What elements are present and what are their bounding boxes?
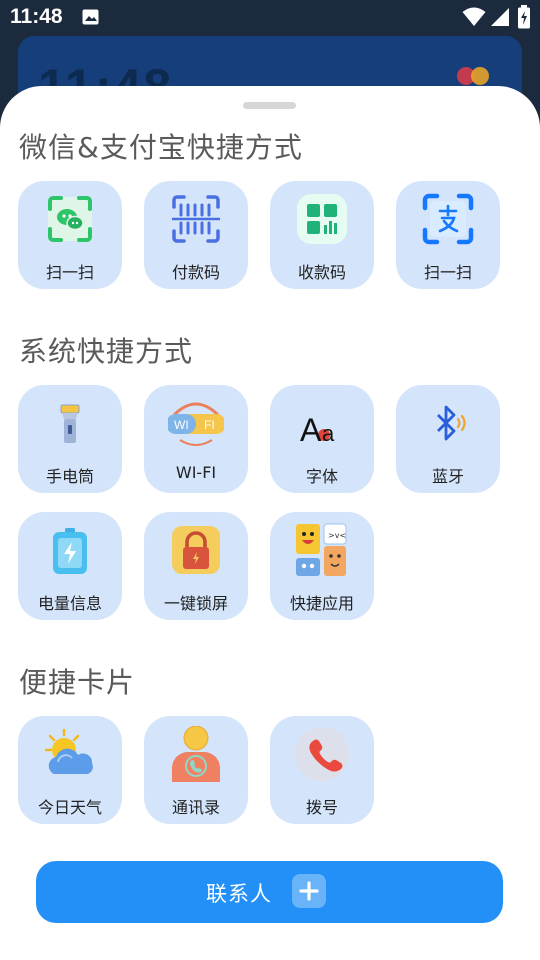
status-time: 11:48 xyxy=(10,5,63,28)
svg-text:WI: WI xyxy=(174,418,189,432)
wifi-icon xyxy=(462,7,486,26)
tile-label: 电量信息 xyxy=(37,594,102,613)
tile-lock-screen[interactable]: 一键锁屏 xyxy=(144,512,248,620)
battery-charging-icon xyxy=(518,5,530,29)
alipay-scan-icon xyxy=(420,191,476,247)
tile-collect-code[interactable]: 收款码 xyxy=(270,181,374,289)
tile-flashlight[interactable]: 手电筒 xyxy=(18,385,122,493)
section-title-cards: 便捷卡片 xyxy=(19,666,136,699)
shortcut-sheet: 微信&支付宝快捷方式 扫一扫 付款码 收款码 扫一扫 系统快捷方式 手电筒 WI… xyxy=(0,86,540,960)
section-title-system: 系统快捷方式 xyxy=(19,335,194,368)
gallery-icon xyxy=(82,9,99,25)
add-contact-button[interactable]: 联系人 xyxy=(36,861,503,923)
battery-info-icon xyxy=(42,522,98,578)
tile-weather[interactable]: 今日天气 xyxy=(18,716,122,824)
tile-contacts[interactable]: 通讯录 xyxy=(144,716,248,824)
tile-label: 付款码 xyxy=(171,263,220,282)
tile-label: 蓝牙 xyxy=(431,467,464,486)
tile-label: 一键锁屏 xyxy=(163,594,228,613)
phone-icon xyxy=(294,726,350,782)
tile-label: 字体 xyxy=(305,467,338,486)
barcode-icon xyxy=(168,191,224,247)
tile-label: 快捷应用 xyxy=(289,594,354,613)
drag-handle[interactable] xyxy=(243,102,296,109)
contacts-icon xyxy=(168,726,224,782)
bluetooth-icon xyxy=(420,395,476,451)
weather-icon xyxy=(42,726,98,782)
signal-icon xyxy=(491,8,509,26)
font-icon: A a xyxy=(294,395,350,451)
apps-icon: >v< xyxy=(294,522,350,578)
wifi-toggle-icon: WI FI xyxy=(168,395,224,451)
tile-label: 手电筒 xyxy=(45,467,94,486)
tile-label: 扫一扫 xyxy=(45,263,94,282)
tile-battery-info[interactable]: 电量信息 xyxy=(18,512,122,620)
svg-text:A: A xyxy=(300,412,322,448)
tile-label: WI-FI xyxy=(175,463,217,482)
tile-label: 收款码 xyxy=(297,263,346,282)
tile-label: 扫一扫 xyxy=(423,263,472,282)
tile-wechat-scan[interactable]: 扫一扫 xyxy=(18,181,122,289)
tile-label: 通讯录 xyxy=(171,798,220,817)
tile-label: 今日天气 xyxy=(37,798,102,817)
tile-pay-code[interactable]: 付款码 xyxy=(144,181,248,289)
svg-text:>v<: >v< xyxy=(328,531,346,540)
flashlight-icon xyxy=(42,395,98,451)
tile-label: 拨号 xyxy=(305,798,338,817)
tile-wifi[interactable]: WI FI WI-FI xyxy=(144,385,248,493)
tile-quick-apps[interactable]: >v< 快捷应用 xyxy=(270,512,374,620)
section-title-payment: 微信&支付宝快捷方式 xyxy=(19,131,303,164)
wechat-scan-icon xyxy=(42,191,98,247)
plus-icon xyxy=(292,874,326,908)
svg-text:a: a xyxy=(322,421,335,446)
tile-alipay-scan[interactable]: 扫一扫 xyxy=(396,181,500,289)
status-bar: 11:48 xyxy=(0,0,540,36)
svg-text:FI: FI xyxy=(204,418,215,432)
tile-dialer[interactable]: 拨号 xyxy=(270,716,374,824)
add-contact-label: 联系人 xyxy=(206,882,272,906)
qr-collect-icon xyxy=(294,191,350,247)
tile-font[interactable]: A a 字体 xyxy=(270,385,374,493)
tile-bluetooth[interactable]: 蓝牙 xyxy=(396,385,500,493)
lock-icon xyxy=(168,522,224,578)
